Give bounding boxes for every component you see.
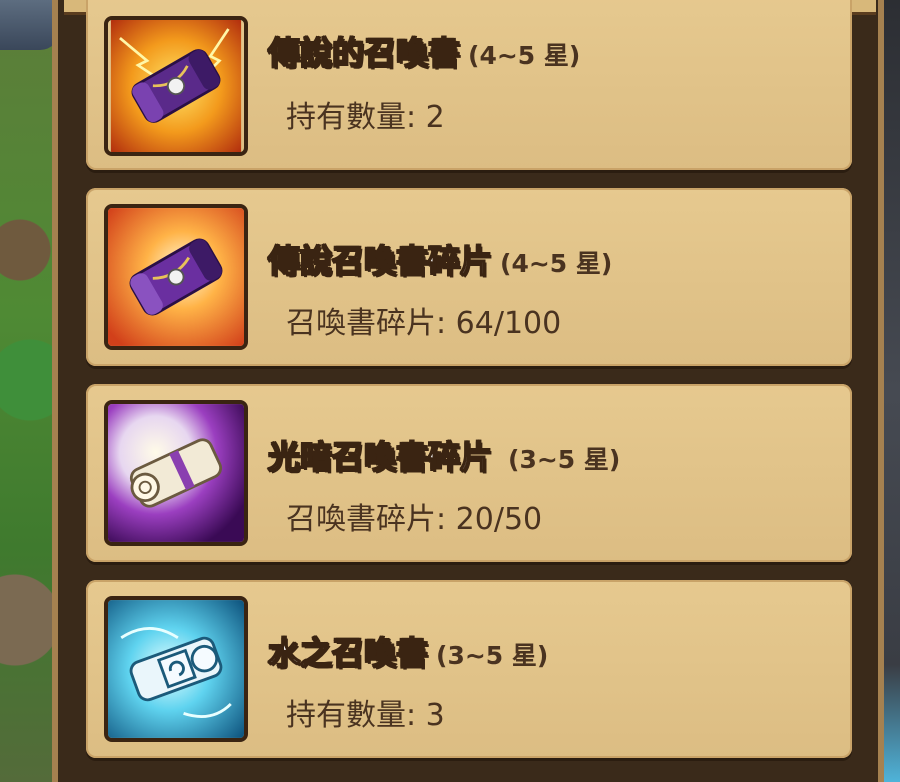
legendary-scroll-piece-icon bbox=[104, 204, 248, 350]
item-name: 傳說的召喚書 bbox=[267, 33, 461, 73]
detail-label: 召喚書碎片 bbox=[286, 306, 436, 341]
item-name: 光暗召喚書碎片 bbox=[267, 437, 493, 477]
list-item-legendary-scroll[interactable]: 傳說的召喚書 (4~5 星) 持有數量: 2 bbox=[86, 0, 852, 170]
detail-label: 持有數量 bbox=[286, 698, 406, 733]
item-title: 光暗召喚書碎片 (3~5 星) bbox=[267, 432, 621, 478]
background-roof bbox=[0, 0, 60, 50]
list-item-legendary-scroll-piece[interactable]: 傳說召喚書碎片 (4~5 星) 召喚書碎片: 64/100 bbox=[86, 188, 852, 366]
item-title: 傳說召喚書碎片 (4~5 星) bbox=[267, 236, 613, 282]
detail-value: 2 bbox=[425, 100, 445, 135]
item-detail: 持有數量: 2 bbox=[286, 100, 445, 135]
water-scroll-icon bbox=[104, 596, 248, 742]
item-star-range: (3~5 星) bbox=[436, 641, 549, 670]
detail-label: 持有數量 bbox=[286, 100, 406, 135]
list-item-water-scroll[interactable]: 水之召喚書 (3~5 星) 持有數量: 3 bbox=[86, 580, 852, 758]
item-star-range: (3~5 星) bbox=[508, 445, 621, 474]
item-detail: 持有數量: 3 bbox=[286, 698, 445, 733]
detail-value: 64/100 bbox=[455, 306, 562, 341]
summon-scroll-list[interactable]: 傳說的召喚書 (4~5 星) 持有數量: 2 傳說召喚書碎片 (4~5 星) 召… bbox=[86, 0, 852, 782]
list-item-light-dark-scroll-piece[interactable]: 光暗召喚書碎片 (3~5 星) 召喚書碎片: 20/50 bbox=[86, 384, 852, 562]
light-dark-scroll-piece-icon bbox=[104, 400, 248, 546]
panel-bottom-border bbox=[64, 770, 876, 782]
item-name: 水之召喚書 bbox=[267, 633, 429, 673]
item-detail: 召喚書碎片: 64/100 bbox=[286, 306, 562, 341]
detail-value: 3 bbox=[425, 698, 445, 733]
legendary-scroll-icon bbox=[104, 16, 248, 156]
item-name: 傳說召喚書碎片 bbox=[267, 241, 493, 281]
item-star-range: (4~5 星) bbox=[468, 41, 581, 70]
item-star-range: (4~5 星) bbox=[500, 249, 613, 278]
detail-label: 召喚書碎片 bbox=[286, 502, 436, 537]
detail-value: 20/50 bbox=[455, 502, 543, 537]
item-title: 傳說的召喚書 (4~5 星) bbox=[267, 28, 581, 74]
item-detail: 召喚書碎片: 20/50 bbox=[286, 502, 543, 537]
item-title: 水之召喚書 (3~5 星) bbox=[267, 628, 549, 674]
